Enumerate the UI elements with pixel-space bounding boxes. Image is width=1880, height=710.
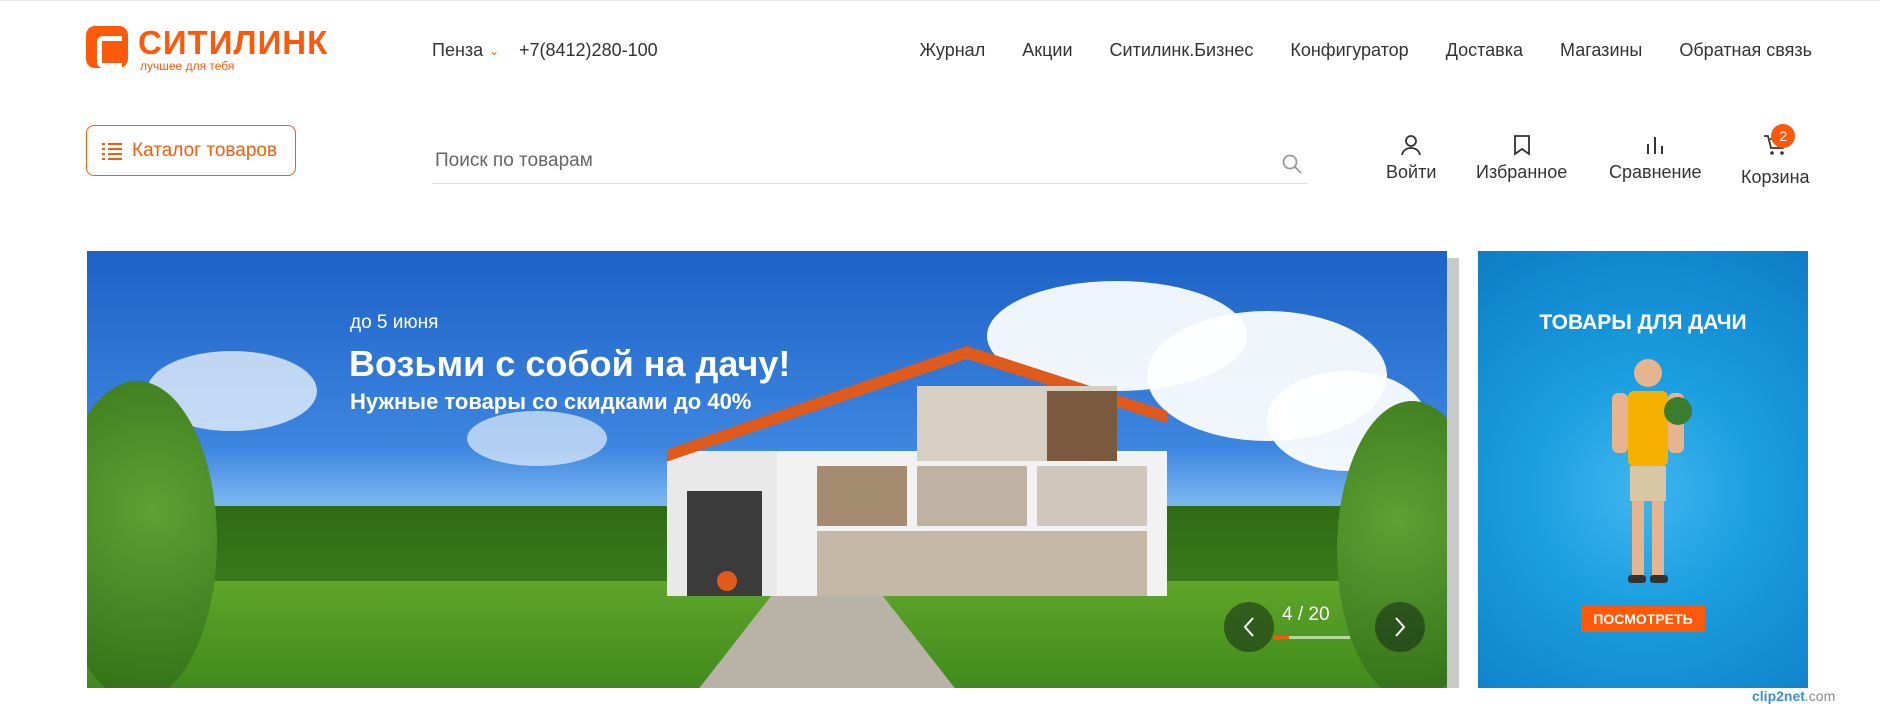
cart-count-badge: 2: [1771, 124, 1796, 148]
nav-link-stores[interactable]: Магазины: [1560, 40, 1642, 61]
side-banner-view-button[interactable]: ПОСМОТРЕТЬ: [1581, 606, 1705, 632]
carousel-next-slide-edge: [1447, 258, 1459, 688]
chevron-down-icon: ⌄: [489, 43, 500, 58]
carousel-next-button[interactable]: [1375, 602, 1425, 652]
cart-button[interactable]: 2 Корзина: [1741, 124, 1810, 188]
nav-link-delivery[interactable]: Доставка: [1446, 40, 1523, 61]
chevron-right-icon: [1395, 617, 1406, 637]
city-label: Пенза: [432, 40, 484, 60]
login-label: Войти: [1386, 162, 1437, 182]
list-icon: [102, 142, 122, 160]
nav-link-journal[interactable]: Журнал: [920, 40, 986, 61]
bar-chart-icon: [1647, 137, 1664, 154]
logo-name: СИТИЛИНК: [138, 24, 329, 61]
top-navigation: Журнал Акции Ситилинк.Бизнес Конфигурато…: [920, 40, 1812, 61]
side-promo-banner[interactable]: ТОВАРЫ ДЛЯ ДАЧИ ПОСМОТРЕТЬ: [1478, 251, 1808, 688]
bookmark-icon: [1513, 135, 1530, 156]
search-input[interactable]: [432, 144, 1252, 178]
site-logo[interactable]: СИТИЛИНК лучшее для тебя: [86, 26, 328, 72]
phone-number[interactable]: +7(8412)280-100: [519, 40, 658, 61]
city-selector[interactable]: Пенза ⌄: [432, 40, 499, 61]
logo-mark-icon: [86, 26, 128, 68]
banner-title: Возьми с собой на дачу!: [349, 343, 791, 384]
search-icon[interactable]: [1282, 154, 1302, 174]
search-bar: [432, 144, 1308, 184]
compare-label: Сравнение: [1609, 162, 1702, 182]
chevron-left-icon: [1243, 617, 1254, 637]
banner-date: до 5 июня: [350, 312, 439, 333]
carousel-progress: [1274, 636, 1350, 639]
top-divider: [0, 0, 1880, 1]
cart-label: Корзина: [1741, 167, 1810, 187]
catalog-button[interactable]: Каталог товаров: [86, 125, 296, 176]
login-button[interactable]: Войти: [1386, 134, 1436, 183]
catalog-label: Каталог товаров: [132, 139, 278, 161]
carousel-progress-fill: [1274, 636, 1290, 639]
nav-link-configurator[interactable]: Конфигуратор: [1290, 40, 1408, 61]
nav-link-feedback[interactable]: Обратная связь: [1679, 40, 1812, 61]
logo-slogan: лучшее для тебя: [140, 59, 235, 73]
cloud-shape: [467, 411, 607, 466]
nav-link-business[interactable]: Ситилинк.Бизнес: [1110, 40, 1254, 61]
compare-button[interactable]: Сравнение: [1609, 134, 1702, 183]
carousel-counter: 4 / 20: [1282, 604, 1330, 625]
nav-link-promotions[interactable]: Акции: [1022, 40, 1072, 61]
favorites-button[interactable]: Избранное: [1476, 134, 1567, 183]
promo-banner[interactable]: до 5 июня Возьми с собой на дачу! Нужные…: [87, 251, 1447, 688]
banner-subtitle: Нужные товары со скидками до 40%: [350, 389, 752, 414]
clip2net-watermark: clip2net.com: [1752, 688, 1836, 704]
gardener-illustration: [1612, 359, 1692, 583]
carousel-prev-button[interactable]: [1224, 602, 1274, 652]
side-banner-title: ТОВАРЫ ДЛЯ ДАЧИ: [1539, 311, 1747, 334]
user-icon: [1401, 135, 1422, 156]
favorites-label: Избранное: [1476, 162, 1568, 182]
